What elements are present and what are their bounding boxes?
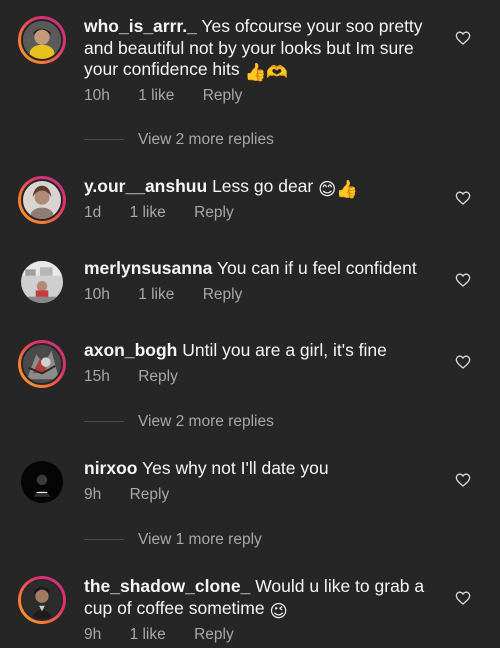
comment-time: 10h	[84, 87, 110, 104]
avatar[interactable]	[18, 16, 66, 64]
comment-body: merlynsusanna You can if u feel confiden…	[84, 258, 444, 280]
comment-time: 1d	[84, 204, 102, 221]
divider-line	[84, 139, 124, 141]
comments-list: who_is_arrr._ Yes ofcourse your soo pret…	[0, 0, 500, 648]
comment-time: 9h	[84, 486, 102, 503]
like-count[interactable]: 1 like	[138, 286, 174, 304]
like-count[interactable]: 1 like	[138, 87, 174, 105]
avatar[interactable]	[18, 340, 66, 388]
profile-photo	[23, 181, 61, 219]
heart-icon[interactable]	[455, 30, 471, 46]
reply-button[interactable]: Reply	[203, 286, 243, 304]
divider-line	[84, 421, 124, 423]
comment-time: 10h	[84, 286, 110, 303]
comment-meta: 15h Reply	[84, 368, 202, 386]
profile-photo	[21, 261, 63, 303]
heart-icon[interactable]	[455, 590, 471, 606]
view-more-replies[interactable]: View 1 more reply	[84, 531, 262, 549]
comment-meta: 10h 1 like Reply	[84, 87, 266, 105]
comment-body: y.our__anshuu Less go dear 😊👍	[84, 176, 444, 201]
comment-meta: 9h 1 like Reply	[84, 626, 258, 644]
reply-button[interactable]: Reply	[194, 204, 234, 222]
comment-username[interactable]: y.our__anshuu	[84, 176, 207, 196]
like-count[interactable]: 1 like	[130, 204, 166, 222]
like-count[interactable]: 1 like	[130, 626, 166, 644]
comment-username[interactable]: nirxoo	[84, 458, 137, 478]
comment-meta: 9h Reply	[84, 486, 193, 504]
comment-text: Yes why not I'll date you	[142, 458, 329, 478]
comment-username[interactable]: who_is_arrr._	[84, 16, 197, 36]
reply-button[interactable]: Reply	[194, 626, 234, 644]
comment-body: nirxoo Yes why not I'll date you	[84, 458, 444, 480]
view-more-label: View 2 more replies	[138, 413, 274, 430]
comment-meta: 1d 1 like Reply	[84, 204, 258, 222]
divider-line	[84, 539, 124, 541]
emoji: 👍🫶	[244, 62, 289, 82]
reply-button[interactable]: Reply	[138, 368, 178, 386]
view-more-replies[interactable]: View 2 more replies	[84, 131, 274, 149]
comment-username[interactable]: the_shadow_clone_	[84, 576, 250, 596]
view-more-label: View 1 more reply	[138, 531, 262, 548]
profile-photo	[23, 345, 61, 383]
emoji: 😊👍	[318, 179, 359, 199]
comment-meta: 10h 1 like Reply	[84, 286, 266, 304]
comment-username[interactable]: merlynsusanna	[84, 258, 212, 278]
heart-icon[interactable]	[455, 472, 471, 488]
profile-photo	[21, 461, 63, 503]
avatar[interactable]	[18, 458, 66, 506]
view-more-label: View 2 more replies	[138, 131, 274, 148]
avatar[interactable]	[18, 576, 66, 624]
avatar[interactable]	[18, 258, 66, 306]
comment-text: Until you are a girl, it's fine	[182, 340, 387, 360]
comment-text: You can if u feel confident	[216, 258, 417, 278]
comment-body: who_is_arrr._ Yes ofcourse your soo pret…	[84, 16, 444, 84]
profile-photo	[23, 581, 61, 619]
avatar[interactable]	[18, 176, 66, 224]
heart-icon[interactable]	[455, 354, 471, 370]
view-more-replies[interactable]: View 2 more replies	[84, 413, 274, 431]
comment-text: Less go dear	[212, 176, 314, 196]
comment-body: axon_bogh Until you are a girl, it's fin…	[84, 340, 444, 362]
reply-button[interactable]: Reply	[130, 486, 170, 504]
heart-icon[interactable]	[455, 190, 471, 206]
heart-icon[interactable]	[455, 272, 471, 288]
comment-username[interactable]: axon_bogh	[84, 340, 177, 360]
reply-button[interactable]: Reply	[203, 87, 243, 105]
comment-time: 9h	[84, 626, 102, 643]
emoji: 😉	[269, 600, 288, 621]
profile-photo	[23, 21, 61, 59]
comment-body: the_shadow_clone_ Would u like to grab a…	[84, 576, 444, 622]
comment-time: 15h	[84, 368, 110, 385]
